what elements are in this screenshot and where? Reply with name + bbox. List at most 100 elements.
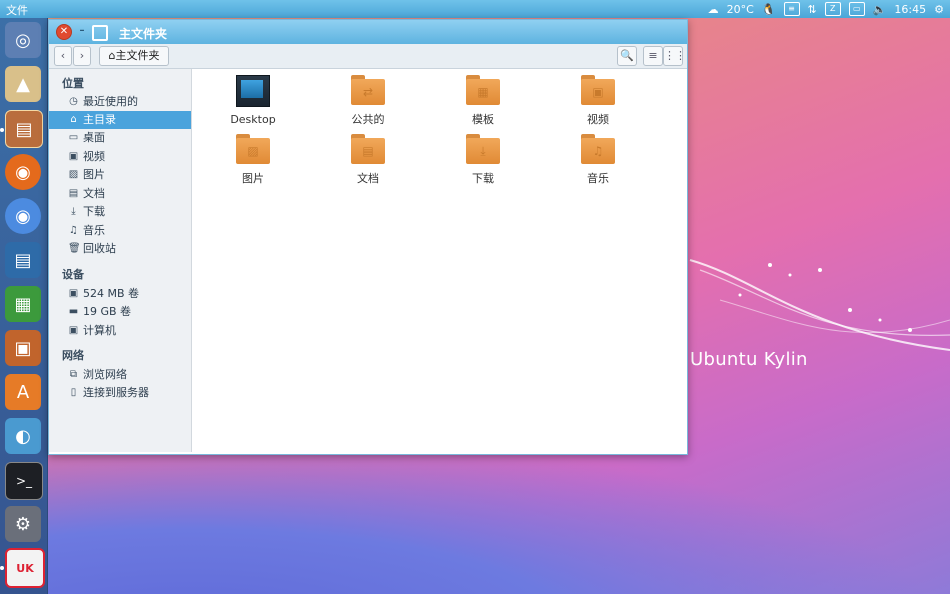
active-app-title: 文件 xyxy=(6,4,28,17)
sidebar-item-volume-524mb[interactable]: ▣ 524 MB 卷 xyxy=(49,285,191,303)
list-view-icon: ≡ xyxy=(648,49,658,62)
file-item-public[interactable]: ⇄ 公共的 xyxy=(328,75,408,127)
folder-icon: ⇄ xyxy=(351,75,385,105)
writer-icon: ▤ xyxy=(14,249,32,271)
sidebar-item-label: 浏览网络 xyxy=(83,368,127,381)
sidebar-item-label: 音乐 xyxy=(83,224,105,237)
dash-button[interactable]: ◎ xyxy=(5,22,41,58)
sidebar: 位置 ◷ 最近使用的 ⌂ 主目录 ▭ 桌面 ▣ 视频 ▨ 图片 ▤ 文档 ⤓ 下载 ♫ 音乐 🗑… xyxy=(49,69,192,452)
file-item-music[interactable]: ♫ 音乐 xyxy=(558,134,638,186)
sidebar-item-connect-server[interactable]: ▯ 连接到服务器 xyxy=(49,384,191,402)
window-title: 主文件夹 xyxy=(119,27,168,41)
file-item-downloads[interactable]: ⤓ 下载 xyxy=(443,134,523,186)
sidebar-item-label: 连接到服务器 xyxy=(83,386,149,399)
back-button[interactable]: ‹ xyxy=(54,46,72,66)
file-item-label: 模板 xyxy=(472,113,494,126)
sidebar-item-label: 19 GB 卷 xyxy=(83,305,132,318)
calc-icon: ▦ xyxy=(14,293,32,315)
breadcrumb-label: 主文件夹 xyxy=(115,49,160,62)
file-item-videos[interactable]: ▣ 视频 xyxy=(558,75,638,127)
sidebar-item-recent[interactable]: ◷ 最近使用的 xyxy=(49,93,191,111)
sidebar-item-label: 桌面 xyxy=(83,131,105,144)
close-button[interactable]: ✕ xyxy=(56,24,72,40)
trash-icon: 🗑 xyxy=(68,243,81,254)
home-icon: ⌂ xyxy=(70,114,77,125)
impress-icon: ▣ xyxy=(14,337,32,359)
firefox-icon: ◉ xyxy=(15,161,31,183)
sidebar-item-label: 下载 xyxy=(83,205,105,218)
kylin-store-launcher[interactable]: UK xyxy=(5,548,45,588)
files-launcher[interactable]: ▤ xyxy=(5,110,43,148)
drive-icon: ▣ xyxy=(68,288,79,299)
sidebar-item-pictures[interactable]: ▨ 图片 xyxy=(49,166,191,184)
maximize-button[interactable] xyxy=(92,25,108,41)
folder-icon: ▦ xyxy=(466,75,500,105)
file-item-label: 文档 xyxy=(357,172,379,185)
drive-icon: ▬ xyxy=(68,306,79,317)
sidebar-item-downloads[interactable]: ⤓ 下载 xyxy=(49,203,191,221)
image-viewer-launcher[interactable]: ▲ xyxy=(5,66,41,102)
grid-view-button[interactable]: ⋮⋮ xyxy=(663,46,686,66)
folder-icon: ▣ xyxy=(581,75,615,105)
list-view-button[interactable]: ≡ xyxy=(643,46,663,66)
computer-icon: ▣ xyxy=(68,325,79,336)
video-icon: ▣ xyxy=(68,151,79,162)
sidebar-item-browse-network[interactable]: ⧉ 浏览网络 xyxy=(49,366,191,384)
files-cabinet-icon: ▤ xyxy=(15,118,33,140)
sidebar-item-home[interactable]: ⌂ 主目录 xyxy=(49,111,191,129)
calc-launcher[interactable]: ▦ xyxy=(5,286,41,322)
kylin-store-icon: UK xyxy=(16,561,34,575)
top-panel: 文件 ☁ 20°C 🐧 ≡ ⇅ Z ▭ 🔈 16:45 ⚙ xyxy=(0,0,950,18)
file-item-label: 音乐 xyxy=(587,172,609,185)
file-grid: Desktop ⇄ 公共的 ▦ 模板 ▣ 视频 ▨ 图片 ▤ 文档 ⤓ 下载 ♫… xyxy=(192,69,687,452)
sidebar-item-label: 文档 xyxy=(83,187,105,200)
folder-icon: ▤ xyxy=(351,134,385,164)
minimize-button[interactable]: – xyxy=(75,24,89,38)
notes-icon[interactable]: ≡ xyxy=(783,2,800,16)
sidebar-item-videos[interactable]: ▣ 视频 xyxy=(49,148,191,166)
sidebar-item-documents[interactable]: ▤ 文档 xyxy=(49,185,191,203)
software-center-launcher[interactable]: A xyxy=(5,374,41,410)
impress-launcher[interactable]: ▣ xyxy=(5,330,41,366)
chevron-left-icon: ‹ xyxy=(60,49,66,62)
gear-icon[interactable]: ⚙ xyxy=(934,3,944,16)
writer-launcher[interactable]: ▤ xyxy=(5,242,41,278)
network-transfer-icon[interactable]: ⇅ xyxy=(808,3,817,16)
battery-icon[interactable]: ▭ xyxy=(848,2,865,16)
file-item-desktop[interactable]: Desktop xyxy=(213,75,293,126)
volume-icon[interactable]: 🔈 xyxy=(873,3,887,16)
sidebar-item-volume-19gb[interactable]: ▬ 19 GB 卷 xyxy=(49,303,191,321)
desktop-folder-icon xyxy=(236,75,270,107)
assistant-icon: ◐ xyxy=(15,425,31,447)
ubuntu-kylin-assistant-launcher[interactable]: ◐ xyxy=(5,418,41,454)
chromium-launcher[interactable]: ◉ xyxy=(5,198,41,234)
sidebar-item-label: 524 MB 卷 xyxy=(83,287,140,300)
folder-icon: ♫ xyxy=(581,134,615,164)
chevron-right-icon: › xyxy=(79,49,85,62)
file-item-pictures[interactable]: ▨ 图片 xyxy=(213,134,293,186)
search-button[interactable]: 🔍 xyxy=(617,46,637,66)
file-item-documents[interactable]: ▤ 文档 xyxy=(328,134,408,186)
penguin-icon[interactable]: 🐧 xyxy=(762,3,776,16)
weather-icon[interactable]: ☁ xyxy=(708,3,719,16)
file-item-label: 视频 xyxy=(587,113,609,126)
file-item-label: 下载 xyxy=(472,172,494,185)
launcher: ◎ ▲ ▤ ◉ ◉ ▤ ▦ ▣ A ◐ >_ ⚙ UK xyxy=(0,18,48,594)
breadcrumb-home[interactable]: ⌂主文件夹 xyxy=(99,46,169,66)
desktop-brand-text: Ubuntu Kylin xyxy=(690,349,808,370)
sidebar-item-desktop[interactable]: ▭ 桌面 xyxy=(49,129,191,147)
temperature-label[interactable]: 20°C xyxy=(727,3,754,16)
file-item-templates[interactable]: ▦ 模板 xyxy=(443,75,523,127)
input-method-icon[interactable]: Z xyxy=(824,2,841,16)
window-titlebar[interactable]: ✕ – 主文件夹 xyxy=(49,20,687,44)
clock-label[interactable]: 16:45 xyxy=(894,3,926,16)
forward-button[interactable]: › xyxy=(73,46,91,66)
system-settings-launcher[interactable]: ⚙ xyxy=(5,506,41,542)
firefox-launcher[interactable]: ◉ xyxy=(5,154,41,190)
sidebar-item-label: 主目录 xyxy=(83,113,116,126)
terminal-launcher[interactable]: >_ xyxy=(5,462,43,500)
sidebar-item-music[interactable]: ♫ 音乐 xyxy=(49,222,191,240)
search-icon: 🔍 xyxy=(620,49,634,62)
sidebar-item-computer[interactable]: ▣ 计算机 xyxy=(49,322,191,340)
sidebar-item-trash[interactable]: 🗑 回收站 xyxy=(49,240,191,258)
